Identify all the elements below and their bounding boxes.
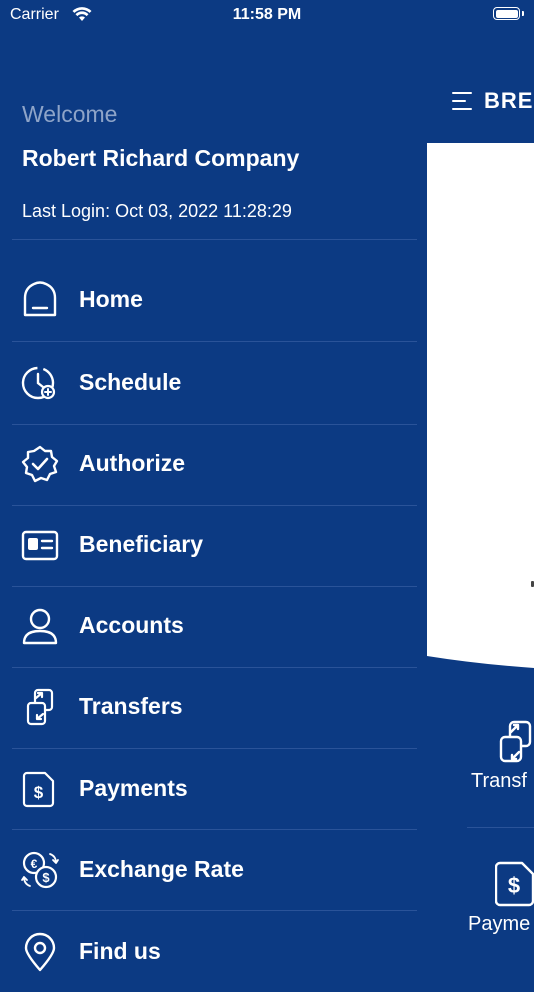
menu-divider <box>12 341 417 342</box>
brand-title: BREI <box>484 88 534 113</box>
svg-text:€: € <box>31 857 38 871</box>
last-login: Last Login: Oct 03, 2022 11:28:29 <box>22 201 292 221</box>
hamburger-menu-icon[interactable] <box>452 91 474 111</box>
svg-text:$: $ <box>34 783 44 802</box>
menu-item-exchange-rate[interactable]: € $ Exchange Rate <box>0 830 427 910</box>
menu-item-schedule[interactable]: Schedule <box>0 343 427 423</box>
transfer-icon <box>499 720 532 763</box>
welcome-label: Welcome <box>22 101 118 127</box>
main-card <box>427 143 534 668</box>
payment-document-icon: $ <box>495 861 534 907</box>
menu-item-label: Beneficiary <box>79 531 204 557</box>
menu-item-accounts[interactable]: Accounts <box>0 586 427 666</box>
payment-document-icon: $ <box>22 771 55 808</box>
menu-item-label: Exchange Rate <box>79 856 244 882</box>
schedule-clock-icon <box>21 366 56 400</box>
menu-item-find-us[interactable]: Find us <box>0 912 427 992</box>
menu-item-label: Find us <box>79 938 161 964</box>
menu-item-label: Payments <box>79 775 188 801</box>
header-divider <box>12 239 417 240</box>
tile-transfers-label: Transf <box>471 770 527 792</box>
company-name: Robert Richard Company <box>22 145 300 171</box>
main-panel: BREI Transf $ Payme <box>427 0 534 950</box>
location-pin-icon <box>24 932 56 972</box>
menu-item-label: Home <box>79 286 143 312</box>
side-drawer: Welcome Robert Richard Company Last Logi… <box>0 0 427 972</box>
transfer-icon <box>26 688 54 726</box>
verified-badge-icon <box>21 445 59 483</box>
tile-divider <box>467 827 534 828</box>
menu-item-home[interactable]: Home <box>0 260 427 340</box>
menu-item-label: Transfers <box>79 693 183 719</box>
svg-text:$: $ <box>42 870 50 885</box>
menu-item-authorize[interactable]: Authorize <box>0 424 427 504</box>
menu-divider <box>12 910 417 911</box>
menu-item-transfers[interactable]: Transfers <box>0 667 427 747</box>
menu-item-label: Authorize <box>79 450 186 476</box>
tile-payments-label: Payme <box>468 913 531 935</box>
menu-item-beneficiary[interactable]: Beneficiary <box>0 505 427 585</box>
id-card-icon <box>21 530 59 561</box>
user-icon <box>22 608 58 645</box>
svg-text:$: $ <box>508 873 520 898</box>
currency-exchange-icon: € $ <box>21 851 59 889</box>
menu-item-label: Schedule <box>79 369 182 395</box>
menu-item-payments[interactable]: $ Payments <box>0 749 427 829</box>
home-icon <box>23 281 57 317</box>
menu-item-label: Accounts <box>79 612 184 638</box>
